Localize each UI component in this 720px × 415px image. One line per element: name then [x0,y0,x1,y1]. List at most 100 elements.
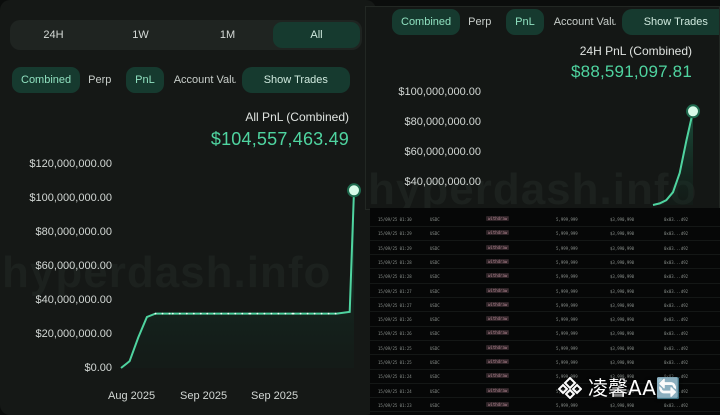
trade-marker [220,312,223,315]
table-cell: 5,999,999 [556,360,578,365]
table-cell: withdraw [486,273,510,279]
trade-marker [320,312,323,315]
table-cell: 5,999,999 [556,402,578,408]
table-cell: $3,990,990 [610,317,635,323]
trade-marker [154,312,157,315]
table-cell: 5,999,999 [556,302,578,308]
trade-marker [292,312,295,315]
table-cell: withdraw [486,373,510,379]
table-cell: USDC [430,217,440,222]
series-area [121,190,354,368]
table-cell: 0x03...d92 [664,259,689,265]
table-cell: 5,999,999 [556,288,578,294]
pnl-chart [120,183,361,369]
endpoint-marker [686,104,700,119]
table-cell: 15/09/25 01:25 [378,360,412,365]
trade-marker [185,312,188,315]
table-cell: USDC [430,288,440,294]
table-cell: 15/09/25 01:28 [378,259,412,265]
table-cell: 0x03...d92 [664,231,689,237]
table-row[interactable]: 15/09/25 01:27 USDC withdraw 5,999,999 $3,99… [370,298,720,312]
table-cell: 0x03...d92 [664,245,689,251]
trade-marker [256,312,259,315]
trade-marker [327,312,330,315]
table-cell: 15/09/25 01:24 [378,388,412,394]
table-cell: 0x03...d92 [664,402,689,408]
table-row[interactable]: 15/09/25 01:25 USDC withdraw 5,999,999 $3,99… [370,355,720,369]
table-cell: withdraw [486,401,510,407]
table-cell: USDC [430,402,440,408]
table-cell: USDC [430,302,440,308]
trade-marker [199,312,202,315]
endpoint-marker [347,183,361,198]
trade-marker [263,312,266,315]
table-row[interactable]: 15/09/25 01:30 USDC withdraw 5,999,999 $3,99… [370,212,720,226]
table-row[interactable]: 15/09/25 01:26 USDC withdraw 5,999,999 $3,99… [370,312,720,326]
table-cell: 5,999,999 [556,245,578,251]
table-cell: withdraw [486,387,510,393]
table-cell: 15/09/25 01:30 [378,217,412,222]
pnl-chart [652,104,700,206]
table-cell: 0x03...d92 [664,302,689,308]
table-cell: withdraw [486,316,510,322]
trade-marker [206,312,209,315]
trade-marker [241,312,244,315]
table-row[interactable]: 15/09/25 01:29 USDC withdraw 5,999,999 $3,99… [370,241,720,255]
table-cell: 15/09/25 01:27 [378,288,412,294]
table-cell: $3,990,990 [610,402,635,408]
trade-marker [227,312,230,315]
table-cell: $3,990,990 [610,360,635,365]
brand-logo-icon [558,375,582,399]
table-cell: withdraw [486,301,510,307]
table-cell: withdraw [486,330,510,336]
trade-marker [306,312,309,315]
table-cell: USDC [430,274,440,280]
table-cell: withdraw [486,287,510,293]
table-cell: 15/09/25 01:25 [378,345,412,351]
table-cell: USDC [430,331,440,337]
table-cell: 15/09/25 01:28 [378,274,412,280]
table-cell: 15/09/25 01:23 [378,402,412,408]
table-cell: $3,990,990 [610,274,635,280]
table-cell: $3,990,990 [610,231,635,237]
trade-marker [213,312,216,315]
table-cell: withdraw [486,216,510,221]
table-cell: 15/09/25 01:26 [378,331,412,337]
table-cell: USDC [430,317,440,323]
trade-marker [171,312,174,315]
table-cell: withdraw [486,258,510,264]
trade-marker [313,312,316,315]
table-cell: 0x03...d92 [664,360,689,365]
table-cell: USDC [430,388,440,394]
table-cell: $3,990,990 [610,345,635,351]
table-cell: 0x03...d92 [664,288,689,294]
trade-marker [161,312,164,315]
table-cell: 15/09/25 01:24 [378,374,412,380]
table-cell: 5,999,999 [556,317,578,323]
table-row[interactable]: 15/09/25 01:27 USDC withdraw 5,999,999 $3,99… [370,284,720,298]
table-cell: 5,999,999 [556,231,578,237]
table-cell: 15/09/25 01:26 [378,317,412,323]
trade-marker [270,312,273,315]
table-cell: $3,990,990 [610,245,635,251]
table-cell: 0x03...d92 [664,274,689,280]
table-cell: withdraw [486,244,510,250]
table-cell: USDC [430,245,440,251]
trade-marker [299,312,302,315]
table-row[interactable]: 15/09/25 01:26 USDC withdraw 5,999,999 $3,99… [370,326,720,340]
table-row[interactable]: 15/09/25 01:28 USDC withdraw 5,999,999 $3,99… [370,269,720,283]
table-cell: 15/09/25 01:29 [378,245,412,251]
trade-marker [277,312,280,315]
table-row[interactable]: 15/09/25 01:28 USDC withdraw 5,999,999 $3,99… [370,255,720,269]
table-cell: $3,990,990 [610,259,635,265]
table-cell: USDC [430,259,440,265]
table-cell: USDC [430,374,440,380]
table-row[interactable]: 15/09/25 01:25 USDC withdraw 5,999,999 $3,99… [370,341,720,355]
trade-marker [249,312,252,315]
table-cell: $3,990,990 [610,288,635,294]
brand-text: 凌馨AA🔄 [588,376,681,400]
table-cell: USDC [430,345,440,351]
table-cell: 5,999,999 [556,274,578,280]
table-row[interactable]: 15/09/25 01:29 USDC withdraw 5,999,999 $3,99… [370,226,720,240]
table-cell: $3,990,990 [610,331,635,337]
